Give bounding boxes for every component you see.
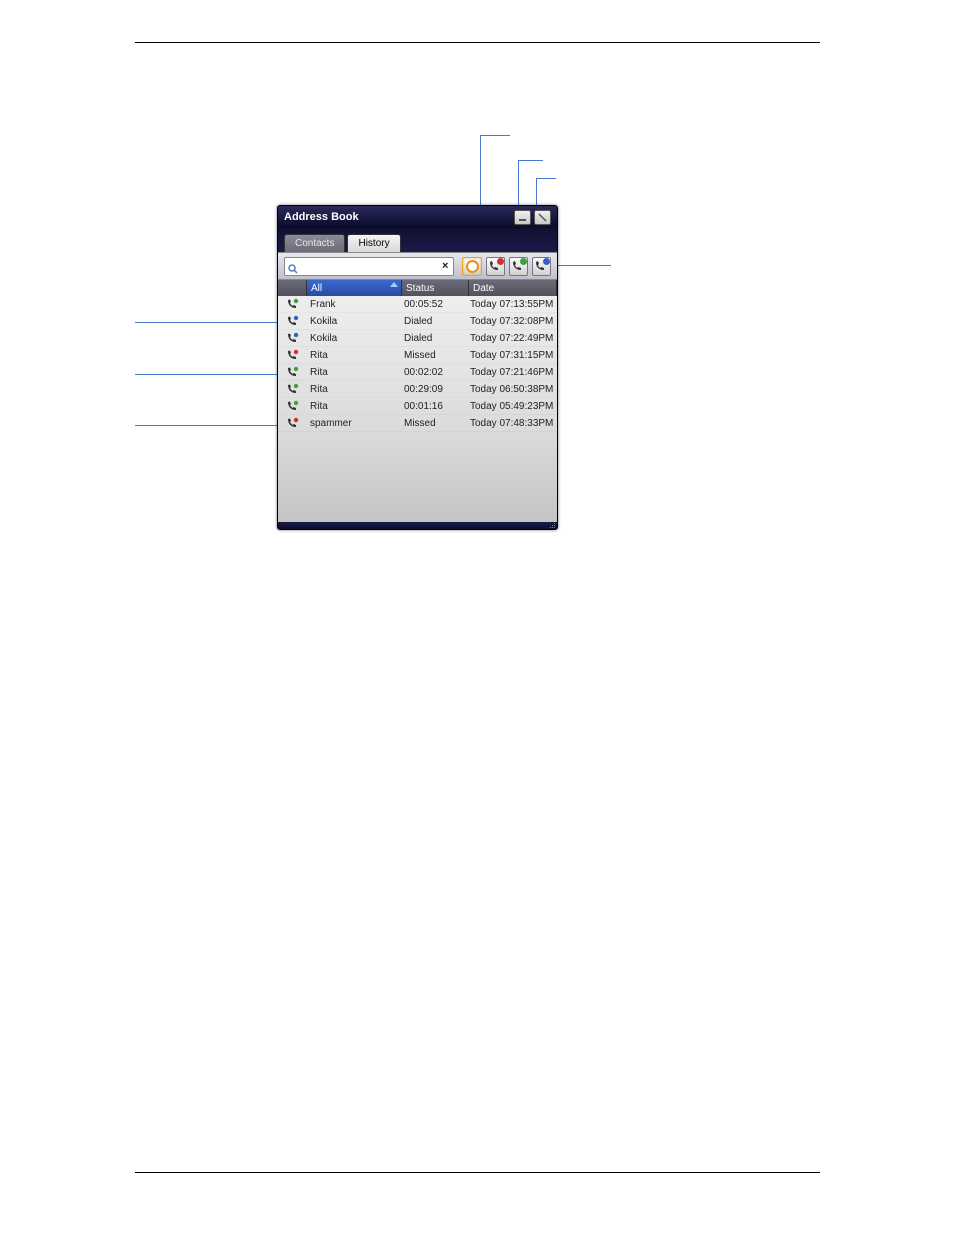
history-list: All Status Date Frank 00:05:52 Today 07:…	[278, 280, 557, 522]
tab-history[interactable]: History	[347, 234, 400, 252]
header-status-label: Status	[406, 283, 434, 294]
address-book-window: Address Book Contacts History ×	[277, 205, 558, 530]
circle-icon	[466, 260, 479, 273]
search-icon	[288, 261, 298, 271]
row-date: Today 07:22:49PM	[466, 333, 557, 344]
row-name: spammer	[306, 418, 400, 429]
row-name: Rita	[306, 367, 400, 378]
callout-line	[135, 322, 283, 323]
footer-bar	[278, 522, 557, 530]
row-status: 00:02:02	[400, 367, 466, 378]
row-date: Today 07:32:08PM	[466, 316, 557, 327]
row-date: Today 06:50:38PM	[466, 384, 557, 395]
minimize-button[interactable]	[514, 210, 531, 225]
callout-line	[135, 425, 283, 426]
row-status: 00:29:09	[400, 384, 466, 395]
phone-received-icon	[511, 260, 525, 272]
row-status: Dialed	[400, 316, 466, 327]
page-top-rule	[135, 42, 820, 43]
search-input[interactable]	[301, 260, 437, 273]
list-header: All Status Date	[278, 280, 557, 296]
header-date-label: Date	[473, 283, 494, 294]
restore-button[interactable]	[534, 210, 551, 225]
header-icon-col[interactable]	[278, 280, 307, 296]
page-bottom-rule	[135, 1172, 820, 1173]
history-row[interactable]: spammer Missed Today 07:48:33PM	[278, 415, 557, 432]
row-status: 00:01:16	[400, 401, 466, 412]
filter-missed-button[interactable]	[486, 257, 505, 276]
filter-received-button[interactable]	[509, 257, 528, 276]
window-title: Address Book	[284, 211, 511, 223]
row-name: Rita	[306, 350, 400, 361]
row-status: Dialed	[400, 333, 466, 344]
row-date: Today 07:21:46PM	[466, 367, 557, 378]
row-call-type-icon	[278, 349, 306, 361]
history-row[interactable]: Rita Missed Today 07:31:15PM	[278, 347, 557, 364]
callout-line	[135, 374, 283, 375]
callout-line	[480, 135, 510, 136]
sort-ascending-icon	[390, 282, 398, 287]
phone-dialed-icon	[534, 260, 548, 272]
callout-line	[556, 265, 611, 266]
tab-contacts-label: Contacts	[295, 238, 334, 249]
rows-container: Frank 00:05:52 Today 07:13:55PM Kokila D…	[278, 296, 557, 432]
history-row[interactable]: Rita 00:01:16 Today 05:49:23PM	[278, 398, 557, 415]
history-row[interactable]: Kokila Dialed Today 07:22:49PM	[278, 330, 557, 347]
row-name: Frank	[306, 299, 400, 310]
row-call-type-icon	[278, 332, 306, 344]
row-date: Today 07:31:15PM	[466, 350, 557, 361]
row-date: Today 05:49:23PM	[466, 401, 557, 412]
row-call-type-icon	[278, 383, 306, 395]
tab-row: Contacts History	[278, 228, 557, 252]
history-row[interactable]: Frank 00:05:52 Today 07:13:55PM	[278, 296, 557, 313]
callout-line	[536, 178, 556, 179]
phone-missed-icon	[488, 260, 502, 272]
row-name: Rita	[306, 401, 400, 412]
resize-grip[interactable]	[548, 521, 556, 529]
header-name-label: All	[311, 283, 322, 294]
row-call-type-icon	[278, 298, 306, 310]
callout-line	[518, 160, 543, 161]
header-date-col[interactable]: Date	[469, 280, 557, 296]
header-name-col[interactable]: All	[307, 280, 402, 296]
row-date: Today 07:48:33PM	[466, 418, 557, 429]
row-name: Kokila	[306, 316, 400, 327]
row-call-type-icon	[278, 400, 306, 412]
search-field-wrap: ×	[284, 257, 454, 276]
row-call-type-icon	[278, 315, 306, 327]
header-status-col[interactable]: Status	[402, 280, 469, 296]
filter-all-button[interactable]	[462, 257, 481, 276]
row-name: Rita	[306, 384, 400, 395]
row-status: Missed	[400, 418, 466, 429]
toolbar: ×	[278, 252, 557, 280]
history-row[interactable]: Kokila Dialed Today 07:32:08PM	[278, 313, 557, 330]
history-row[interactable]: Rita 00:02:02 Today 07:21:46PM	[278, 364, 557, 381]
row-status: Missed	[400, 350, 466, 361]
filter-dialed-button[interactable]	[532, 257, 551, 276]
titlebar: Address Book	[278, 206, 557, 228]
row-name: Kokila	[306, 333, 400, 344]
clear-search-button[interactable]: ×	[440, 260, 450, 272]
tab-history-label: History	[358, 238, 389, 249]
row-date: Today 07:13:55PM	[466, 299, 557, 310]
row-call-type-icon	[278, 366, 306, 378]
row-call-type-icon	[278, 417, 306, 429]
row-status: 00:05:52	[400, 299, 466, 310]
tab-contacts[interactable]: Contacts	[284, 234, 345, 252]
history-row[interactable]: Rita 00:29:09 Today 06:50:38PM	[278, 381, 557, 398]
